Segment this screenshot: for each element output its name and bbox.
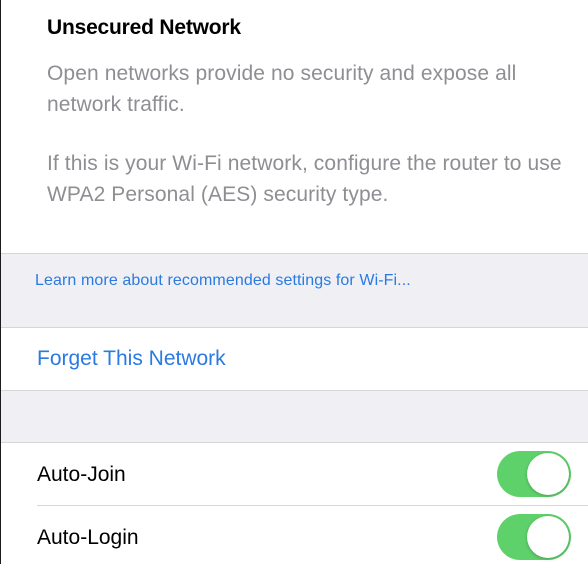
forget-network-button[interactable]: Forget This Network <box>37 347 226 371</box>
unsecured-network-warning: Unsecured Network Open networks provide … <box>1 0 588 253</box>
auto-join-label: Auto-Join <box>37 463 126 486</box>
warning-recommendation: If this is your Wi-Fi network, configure… <box>47 152 562 206</box>
switch-knob <box>527 453 569 495</box>
wifi-network-details: Unsecured Network Open networks provide … <box>0 0 588 564</box>
auto-login-label: Auto-Login <box>37 526 139 549</box>
forget-network-row[interactable]: Forget This Network <box>1 327 588 391</box>
auto-login-switch[interactable] <box>497 514 571 560</box>
warning-description: Open networks provide no security and ex… <box>47 62 517 116</box>
warning-title: Unsecured Network <box>47 16 241 39</box>
auto-login-row: Auto-Login <box>1 506 588 564</box>
switch-knob <box>527 516 569 558</box>
section-separator <box>1 391 588 442</box>
learn-more-section: Learn more about recommended settings fo… <box>1 253 588 327</box>
auto-join-row: Auto-Join <box>1 442 588 506</box>
learn-more-link[interactable]: Learn more about recommended settings fo… <box>35 272 411 290</box>
auto-join-switch[interactable] <box>497 451 571 497</box>
